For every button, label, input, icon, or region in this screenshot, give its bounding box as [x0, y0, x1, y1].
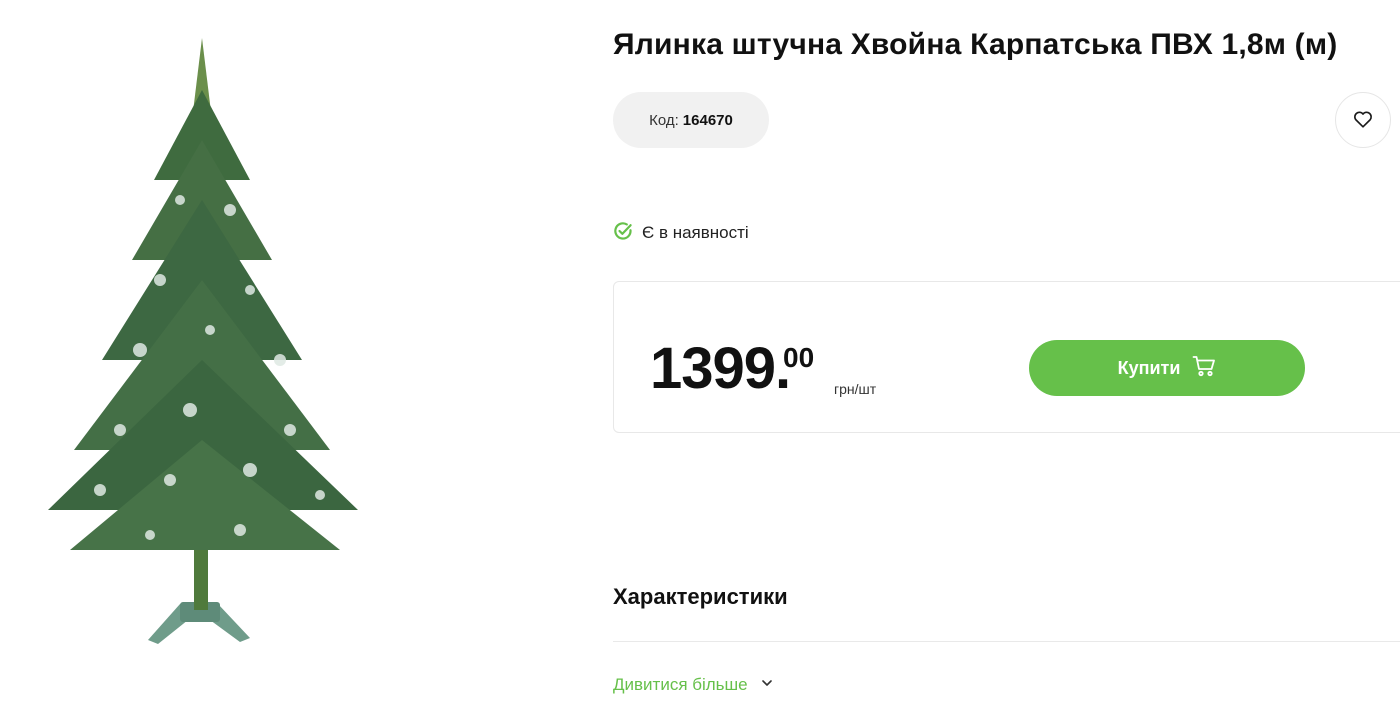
section-divider — [613, 641, 1400, 642]
see-more-label: Дивитися більше — [613, 675, 748, 694]
price-value: 1399. — [650, 340, 791, 398]
price-cents: 00 — [783, 342, 815, 373]
product-code-label: Код: — [649, 111, 679, 129]
product-code-badge: Код: 164670 — [613, 92, 769, 148]
characteristics-title: Характеристики — [613, 584, 788, 609]
check-circle-icon — [613, 221, 633, 246]
product-code-value: 164670 — [682, 111, 733, 129]
availability-text: Є в наявності — [642, 223, 749, 242]
price-card: 1399. 00 грн/шт Купити — [613, 281, 1400, 433]
price-integer: 1399 — [650, 336, 776, 401]
availability-status: Є в наявності — [613, 221, 749, 246]
cart-icon — [1192, 355, 1216, 382]
buy-button[interactable]: Купити — [1029, 340, 1305, 396]
product-page: Ялинка штучна Хвойна Карпатська ПВХ 1,8м… — [0, 0, 1400, 722]
chevron-down-icon — [760, 675, 774, 695]
add-to-favorites-button[interactable] — [1335, 92, 1391, 148]
price-unit: грн/шт — [834, 381, 877, 397]
buy-button-label: Купити — [1117, 357, 1181, 378]
heart-icon — [1352, 108, 1374, 133]
product-title: Ялинка штучна Хвойна Карпатська ПВХ 1,8м… — [613, 28, 1338, 61]
see-more-link[interactable]: Дивитися більше — [613, 674, 774, 696]
christmas-tree-image — [48, 38, 358, 644]
product-image — [40, 30, 370, 660]
